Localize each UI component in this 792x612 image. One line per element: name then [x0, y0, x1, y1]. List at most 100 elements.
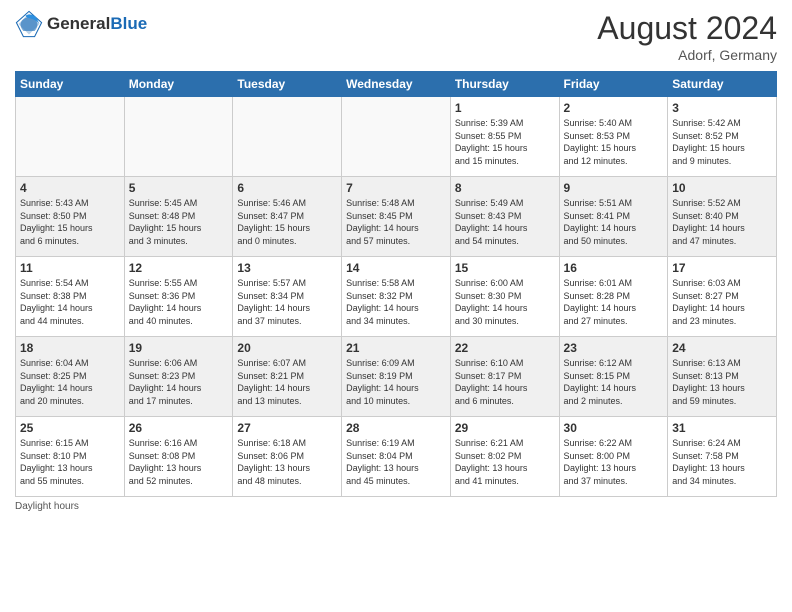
header-cell-sunday: Sunday [16, 72, 125, 97]
week-row-1: 1Sunrise: 5:39 AM Sunset: 8:55 PM Daylig… [16, 97, 777, 177]
day-number: 14 [346, 261, 446, 275]
calendar-table: SundayMondayTuesdayWednesdayThursdayFrid… [15, 71, 777, 497]
day-cell: 19Sunrise: 6:06 AM Sunset: 8:23 PM Dayli… [124, 337, 233, 417]
day-number: 2 [564, 101, 664, 115]
day-cell: 13 Sunrise: 5:57 AM Sunset: 8:34 PM Dayli… [233, 257, 342, 337]
header-cell-thursday: Thursday [450, 72, 559, 97]
day-cell: 26 Sunrise: 6:16 AM Sunset: 8:08 PM Dayli… [124, 417, 233, 497]
day-cell: 8Sunrise: 5:49 AM Sunset: 8:43 PM Daylig… [450, 177, 559, 257]
day-cell: 16 Sunrise: 6:01 AM Sunset: 8:28 PM Dayli… [559, 257, 668, 337]
day-info: Sunrise: 6:01 AM Sunset: 8:28 PM Dayligh… [564, 277, 664, 327]
day-number: 21 [346, 341, 446, 355]
day-cell: 7 Sunrise: 5:48 AM Sunset: 8:45 PM Daylig… [342, 177, 451, 257]
day-cell: 29 Sunrise: 6:21 AM Sunset: 8:02 PM Dayli… [450, 417, 559, 497]
day-cell [16, 97, 125, 177]
day-info: Sunrise: 6:13 AM Sunset: 8:13 PM Dayligh… [672, 357, 772, 407]
day-info: Sunrise: 6:04 AM Sunset: 8:25 PM Dayligh… [20, 357, 120, 407]
day-info: Sunrise: 6:22 AM Sunset: 8:00 PM Dayligh… [564, 437, 664, 487]
day-cell: 18 Sunrise: 6:04 AM Sunset: 8:25 PM Dayli… [16, 337, 125, 417]
day-number: 4 [20, 181, 120, 195]
header-cell-tuesday: Tuesday [233, 72, 342, 97]
day-cell: 11 Sunrise: 5:54 AM Sunset: 8:38 PM Dayli… [16, 257, 125, 337]
day-number: 3 [672, 101, 772, 115]
day-number: 7 [346, 181, 446, 195]
day-number: 13 [237, 261, 337, 275]
day-cell: 25 Sunrise: 6:15 AM Sunset: 8:10 PM Dayli… [16, 417, 125, 497]
day-info: Sunrise: 6:00 AM Sunset: 8:30 PM Dayligh… [455, 277, 555, 327]
day-cell [233, 97, 342, 177]
day-cell [342, 97, 451, 177]
day-number: 17 [672, 261, 772, 275]
day-number: 12 [129, 261, 229, 275]
day-number: 5 [129, 181, 229, 195]
day-info: Sunrise: 6:16 AM Sunset: 8:08 PM Dayligh… [129, 437, 229, 487]
day-cell: 15 Sunrise: 6:00 AM Sunset: 8:30 PM Dayli… [450, 257, 559, 337]
day-cell: 28 Sunrise: 6:19 AM Sunset: 8:04 PM Dayli… [342, 417, 451, 497]
day-cell [124, 97, 233, 177]
header-cell-friday: Friday [559, 72, 668, 97]
day-number: 8 [455, 181, 555, 195]
day-cell: 6Sunrise: 5:46 AM Sunset: 8:47 PM Daylig… [233, 177, 342, 257]
day-number: 31 [672, 421, 772, 435]
day-number: 22 [455, 341, 555, 355]
day-cell: 20Sunrise: 6:07 AM Sunset: 8:21 PM Dayli… [233, 337, 342, 417]
day-info: Sunrise: 6:10 AM Sunset: 8:17 PM Dayligh… [455, 357, 555, 407]
day-cell: 27Sunrise: 6:18 AM Sunset: 8:06 PM Dayli… [233, 417, 342, 497]
day-number: 15 [455, 261, 555, 275]
day-info: Sunrise: 6:03 AM Sunset: 8:27 PM Dayligh… [672, 277, 772, 327]
logo-text: GeneralBlue [47, 14, 147, 34]
day-info: Sunrise: 5:54 AM Sunset: 8:38 PM Dayligh… [20, 277, 120, 327]
day-cell: 14 Sunrise: 5:58 AM Sunset: 8:32 PM Dayli… [342, 257, 451, 337]
day-number: 30 [564, 421, 664, 435]
logo-icon [15, 10, 43, 38]
day-number: 23 [564, 341, 664, 355]
day-number: 25 [20, 421, 120, 435]
week-row-2: 4 Sunrise: 5:43 AM Sunset: 8:50 PM Daylig… [16, 177, 777, 257]
month-title: August 2024 [597, 10, 777, 47]
main-container: GeneralBlue August 2024 Adorf, Germany S… [0, 0, 792, 522]
day-info: Sunrise: 5:51 AM Sunset: 8:41 PM Dayligh… [564, 197, 664, 247]
header-row: SundayMondayTuesdayWednesdayThursdayFrid… [16, 72, 777, 97]
header: GeneralBlue August 2024 Adorf, Germany [15, 10, 777, 63]
day-info: Sunrise: 5:55 AM Sunset: 8:36 PM Dayligh… [129, 277, 229, 327]
header-cell-monday: Monday [124, 72, 233, 97]
day-info: Sunrise: 6:19 AM Sunset: 8:04 PM Dayligh… [346, 437, 446, 487]
day-cell: 12 Sunrise: 5:55 AM Sunset: 8:36 PM Dayli… [124, 257, 233, 337]
day-cell: 22 Sunrise: 6:10 AM Sunset: 8:17 PM Dayli… [450, 337, 559, 417]
day-info: Sunrise: 5:40 AM Sunset: 8:53 PM Dayligh… [564, 117, 664, 167]
day-info: Sunrise: 5:45 AM Sunset: 8:48 PM Dayligh… [129, 197, 229, 247]
day-info: Sunrise: 5:48 AM Sunset: 8:45 PM Dayligh… [346, 197, 446, 247]
day-info: Sunrise: 5:58 AM Sunset: 8:32 PM Dayligh… [346, 277, 446, 327]
title-section: August 2024 Adorf, Germany [597, 10, 777, 63]
day-info: Sunrise: 5:43 AM Sunset: 8:50 PM Dayligh… [20, 197, 120, 247]
day-info: Sunrise: 5:57 AM Sunset: 8:34 PM Dayligh… [237, 277, 337, 327]
day-number: 18 [20, 341, 120, 355]
day-info: Sunrise: 6:21 AM Sunset: 8:02 PM Dayligh… [455, 437, 555, 487]
day-info: Sunrise: 6:12 AM Sunset: 8:15 PM Dayligh… [564, 357, 664, 407]
day-info: Sunrise: 6:15 AM Sunset: 8:10 PM Dayligh… [20, 437, 120, 487]
day-number: 29 [455, 421, 555, 435]
day-number: 28 [346, 421, 446, 435]
location: Adorf, Germany [597, 47, 777, 63]
day-info: Sunrise: 5:52 AM Sunset: 8:40 PM Dayligh… [672, 197, 772, 247]
week-row-3: 11 Sunrise: 5:54 AM Sunset: 8:38 PM Dayli… [16, 257, 777, 337]
day-number: 11 [20, 261, 120, 275]
week-row-5: 25 Sunrise: 6:15 AM Sunset: 8:10 PM Dayli… [16, 417, 777, 497]
day-cell: 9 Sunrise: 5:51 AM Sunset: 8:41 PM Daylig… [559, 177, 668, 257]
daylight-label: Daylight hours [15, 501, 79, 512]
logo: GeneralBlue [15, 10, 147, 38]
day-info: Sunrise: 5:42 AM Sunset: 8:52 PM Dayligh… [672, 117, 772, 167]
footer: Daylight hours [15, 501, 777, 512]
day-cell: 2 Sunrise: 5:40 AM Sunset: 8:53 PM Daylig… [559, 97, 668, 177]
day-info: Sunrise: 6:07 AM Sunset: 8:21 PM Dayligh… [237, 357, 337, 407]
logo-blue: Blue [110, 14, 147, 33]
day-number: 1 [455, 101, 555, 115]
day-info: Sunrise: 6:24 AM Sunset: 7:58 PM Dayligh… [672, 437, 772, 487]
day-number: 26 [129, 421, 229, 435]
day-number: 16 [564, 261, 664, 275]
day-cell: 23 Sunrise: 6:12 AM Sunset: 8:15 PM Dayli… [559, 337, 668, 417]
day-number: 10 [672, 181, 772, 195]
day-number: 9 [564, 181, 664, 195]
day-cell: 3 Sunrise: 5:42 AM Sunset: 8:52 PM Daylig… [668, 97, 777, 177]
header-cell-wednesday: Wednesday [342, 72, 451, 97]
